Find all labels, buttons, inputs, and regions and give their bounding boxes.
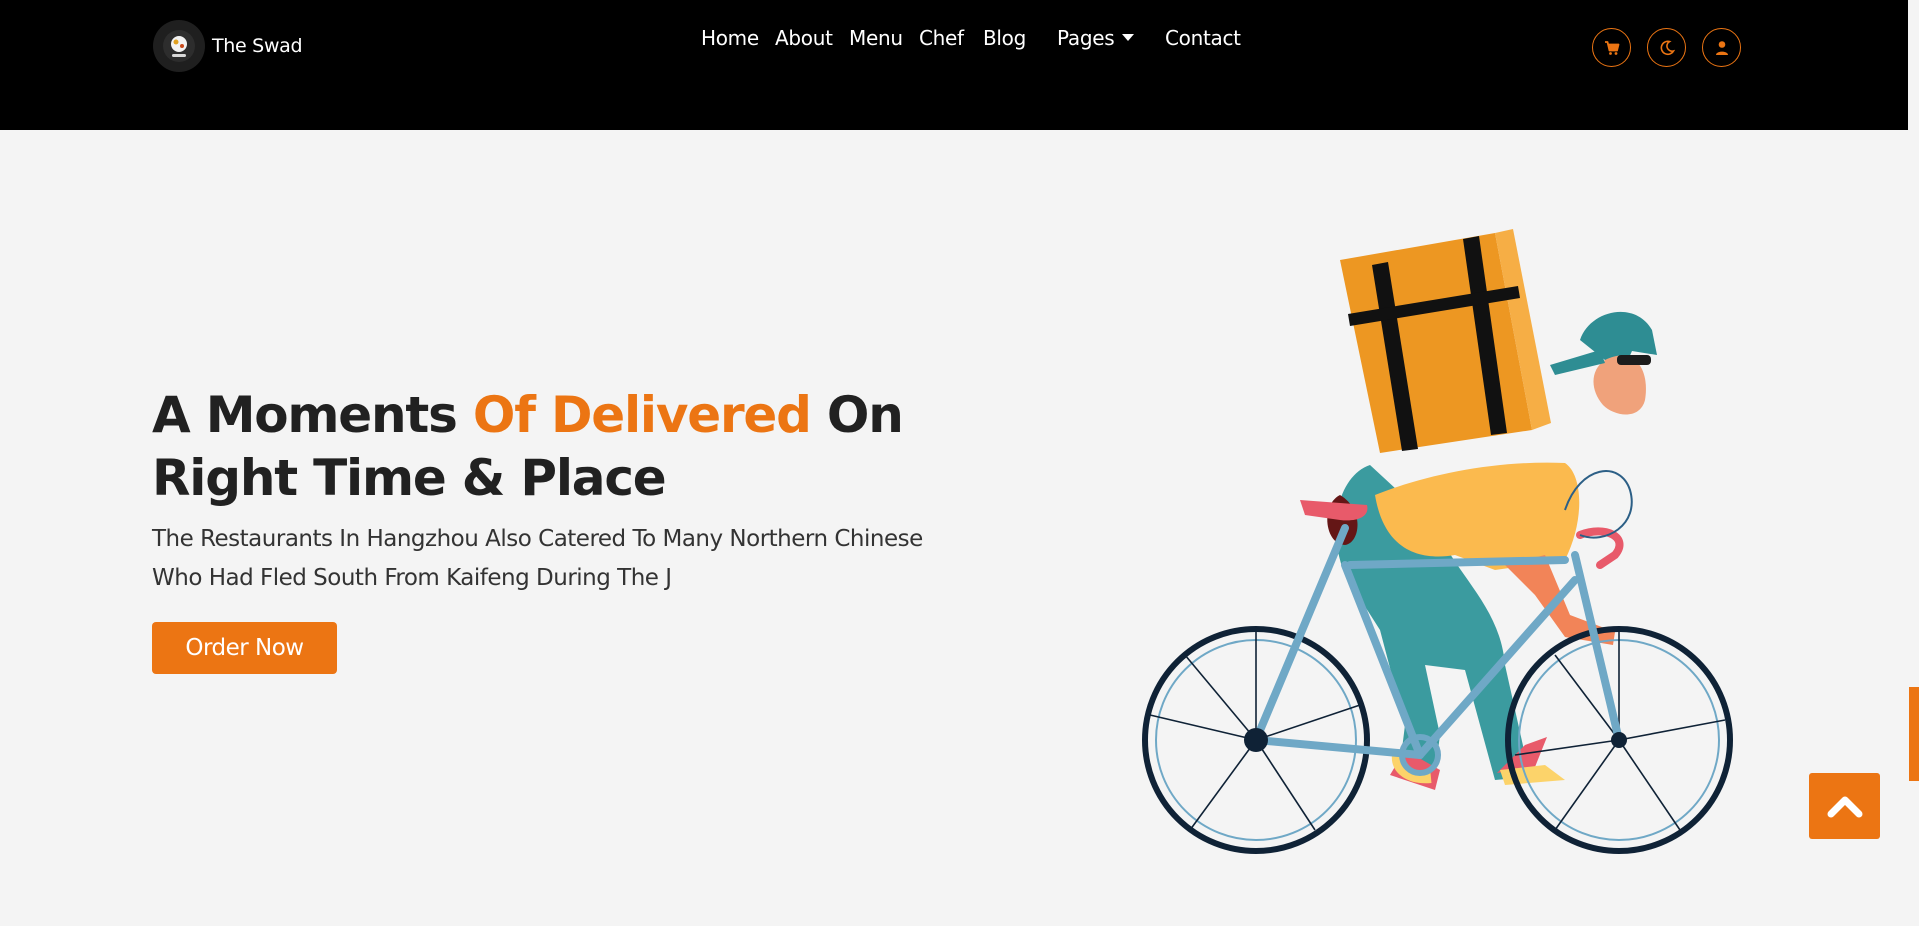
nav-about[interactable]: About [775, 26, 833, 50]
user-icon [1715, 40, 1728, 55]
chevron-up-icon [1827, 796, 1862, 818]
hero-title-start: A Moments [152, 386, 473, 444]
user-button[interactable] [1702, 28, 1741, 67]
hero-description: The Restaurants In Hangzhou Also Catered… [152, 526, 923, 591]
delivery-cyclist-illustration [1142, 229, 1733, 854]
caret-down-icon [1122, 34, 1135, 41]
nav-menu[interactable]: Menu [849, 26, 903, 50]
nav-pages-label: Pages [1057, 26, 1115, 50]
navbar: The Swad Home About Menu Chef Blog Pages… [0, 0, 1908, 130]
scroll-to-top-button[interactable] [1809, 773, 1880, 839]
side-settings-tab[interactable] [1909, 687, 1919, 781]
nav-contact[interactable]: Contact [1165, 26, 1241, 50]
nav-home[interactable]: Home [701, 26, 759, 50]
cart-icon [1604, 40, 1619, 55]
theme-toggle-button[interactable] [1647, 28, 1686, 67]
cart-button[interactable] [1592, 28, 1631, 67]
nav-pages-dropdown[interactable]: Pages [1057, 26, 1135, 50]
hero-title: A Moments Of Delivered On Right Time & P… [152, 384, 952, 510]
nav-blog[interactable]: Blog [983, 26, 1026, 50]
hero-title-accent: Of Delivered [472, 386, 812, 444]
moon-icon [1660, 40, 1675, 55]
order-now-button[interactable]: Order Now [152, 622, 337, 674]
nav-chef[interactable]: Chef [919, 26, 964, 50]
delivery-box-icon [1340, 229, 1551, 453]
